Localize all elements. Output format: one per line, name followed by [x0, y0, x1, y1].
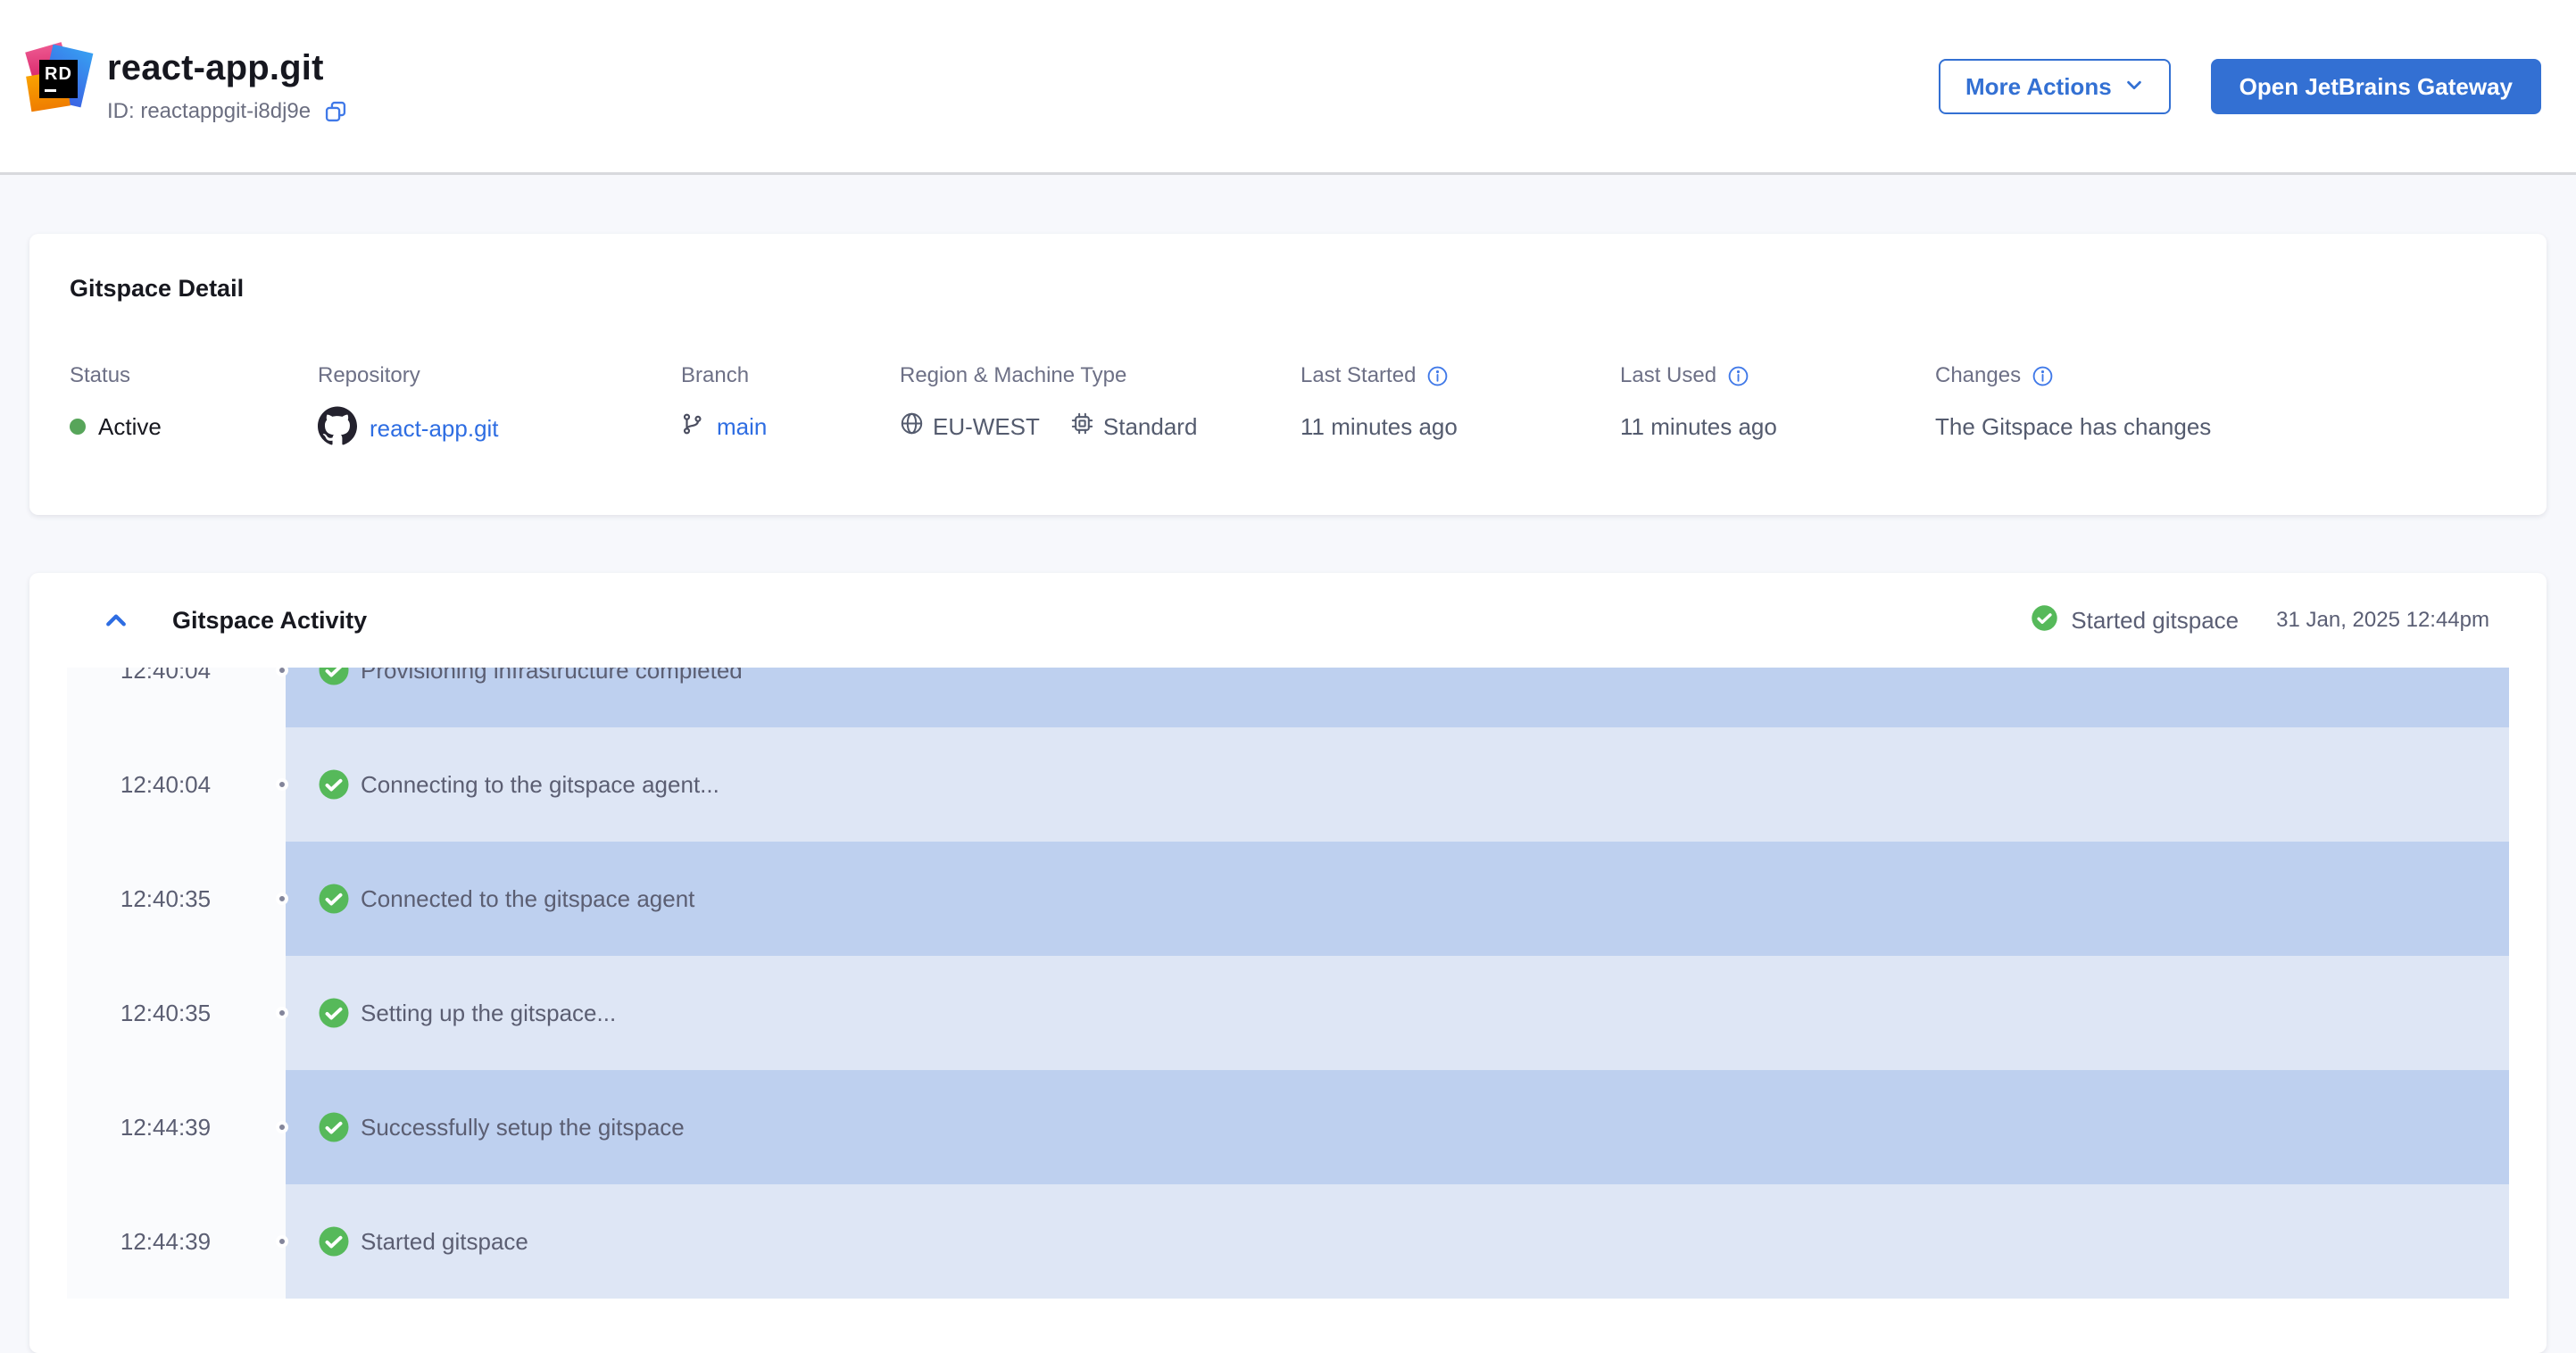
chevron-down-icon	[2124, 73, 2144, 101]
check-circle-icon	[318, 1111, 350, 1143]
timeline-dot-icon	[276, 1007, 288, 1019]
gitspace-id: ID: reactappgit-i8dj9e	[107, 99, 312, 123]
git-branch-icon	[681, 412, 704, 442]
field-branch: Branch main	[681, 363, 768, 442]
gitspace-activity-card: Gitspace Activity Started gitspace 31 Ja…	[29, 573, 2547, 1353]
open-gateway-label: Open JetBrains Gateway	[2239, 72, 2513, 100]
log-row: 12:40:35 Connected to the gitspace agent	[67, 842, 2509, 956]
gitspace-detail-card: Gitspace Detail Status Active Repository…	[29, 234, 2547, 515]
log-message: Connecting to the gitspace agent...	[361, 770, 719, 798]
check-circle-icon	[318, 997, 350, 1029]
more-actions-button[interactable]: More Actions	[1938, 59, 2171, 114]
region-value: EU-WEST	[933, 412, 1040, 440]
github-icon	[318, 406, 357, 452]
check-circle-icon	[318, 668, 350, 686]
log-row: 12:44:39 Successfully setup the gitspace	[67, 1070, 2509, 1184]
log-message: Successfully setup the gitspace	[361, 1113, 685, 1141]
machine-type-value: Standard	[1102, 412, 1198, 440]
timeline-dot-icon	[276, 1235, 288, 1248]
log-row: 12:40:35 Setting up the gitspace...	[67, 956, 2509, 1070]
log-message: Started gitspace	[361, 1227, 528, 1255]
repository-link[interactable]: react-app.git	[370, 415, 499, 443]
rider-logo-text: RD	[39, 60, 78, 98]
timeline-dot-icon	[276, 892, 288, 905]
globe-icon	[900, 411, 924, 442]
last-started-value: 11 minutes ago	[1300, 412, 1458, 440]
status-value: Active	[98, 412, 162, 440]
field-region-machine: Region & Machine Type EU-WEST Standard	[900, 363, 1300, 452]
log-row: 12:40:04 Provisioning infrastructure com…	[67, 668, 2509, 727]
info-icon[interactable]	[1727, 365, 1749, 387]
log-message: Provisioning infrastructure completed	[361, 668, 743, 684]
detail-card-title: Gitspace Detail	[70, 275, 245, 302]
log-message: Setting up the gitspace...	[361, 999, 617, 1026]
timeline-dot-icon	[276, 668, 288, 676]
activity-status-timestamp: 31 Jan, 2025 12:44pm	[2276, 608, 2489, 632]
field-last-started: Last Started 11 minutes ago	[1300, 363, 1620, 452]
log-row: 12:44:39 Started gitspace	[67, 1184, 2509, 1299]
field-changes: Changes The Gitspace has changes	[1935, 363, 2211, 452]
check-circle-icon	[318, 1225, 350, 1258]
info-icon[interactable]	[1426, 365, 1449, 387]
status-active-dot-icon	[70, 419, 86, 435]
machine-type-icon	[1070, 411, 1094, 442]
check-circle-icon	[318, 768, 350, 801]
log-row: 12:40:04 Connecting to the gitspace agen…	[67, 727, 2509, 842]
timeline-dot-icon	[276, 1121, 288, 1133]
jetbrains-rider-logo-icon: RD	[25, 42, 94, 112]
more-actions-label: More Actions	[1965, 72, 2112, 100]
branch-link[interactable]: main	[717, 413, 767, 441]
page-header: RD react-app.git ID: reactappgit-i8dj9e …	[0, 0, 2576, 175]
chevron-up-icon[interactable]	[103, 607, 129, 634]
info-icon[interactable]	[2032, 365, 2054, 387]
log-message: Connected to the gitspace agent	[361, 884, 695, 912]
last-used-value: 11 minutes ago	[1620, 412, 1777, 440]
activity-log[interactable]: 12:40:04 Provisioning infrastructure com…	[67, 668, 2509, 1299]
field-status: Status Active	[70, 363, 162, 440]
timeline-dot-icon	[276, 778, 288, 791]
copy-icon[interactable]	[323, 99, 348, 124]
open-jetbrains-gateway-button[interactable]: Open JetBrains Gateway	[2210, 59, 2541, 114]
check-circle-icon	[2031, 604, 2058, 636]
field-repository: Repository react-app.git	[318, 363, 681, 452]
page-title: react-app.git	[107, 48, 324, 87]
activity-card-title: Gitspace Activity	[172, 606, 368, 634]
check-circle-icon	[318, 883, 350, 915]
activity-status-label: Started gitspace	[2071, 606, 2239, 634]
field-last-used: Last Used 11 minutes ago	[1620, 363, 1935, 452]
changes-value: The Gitspace has changes	[1935, 412, 2212, 440]
